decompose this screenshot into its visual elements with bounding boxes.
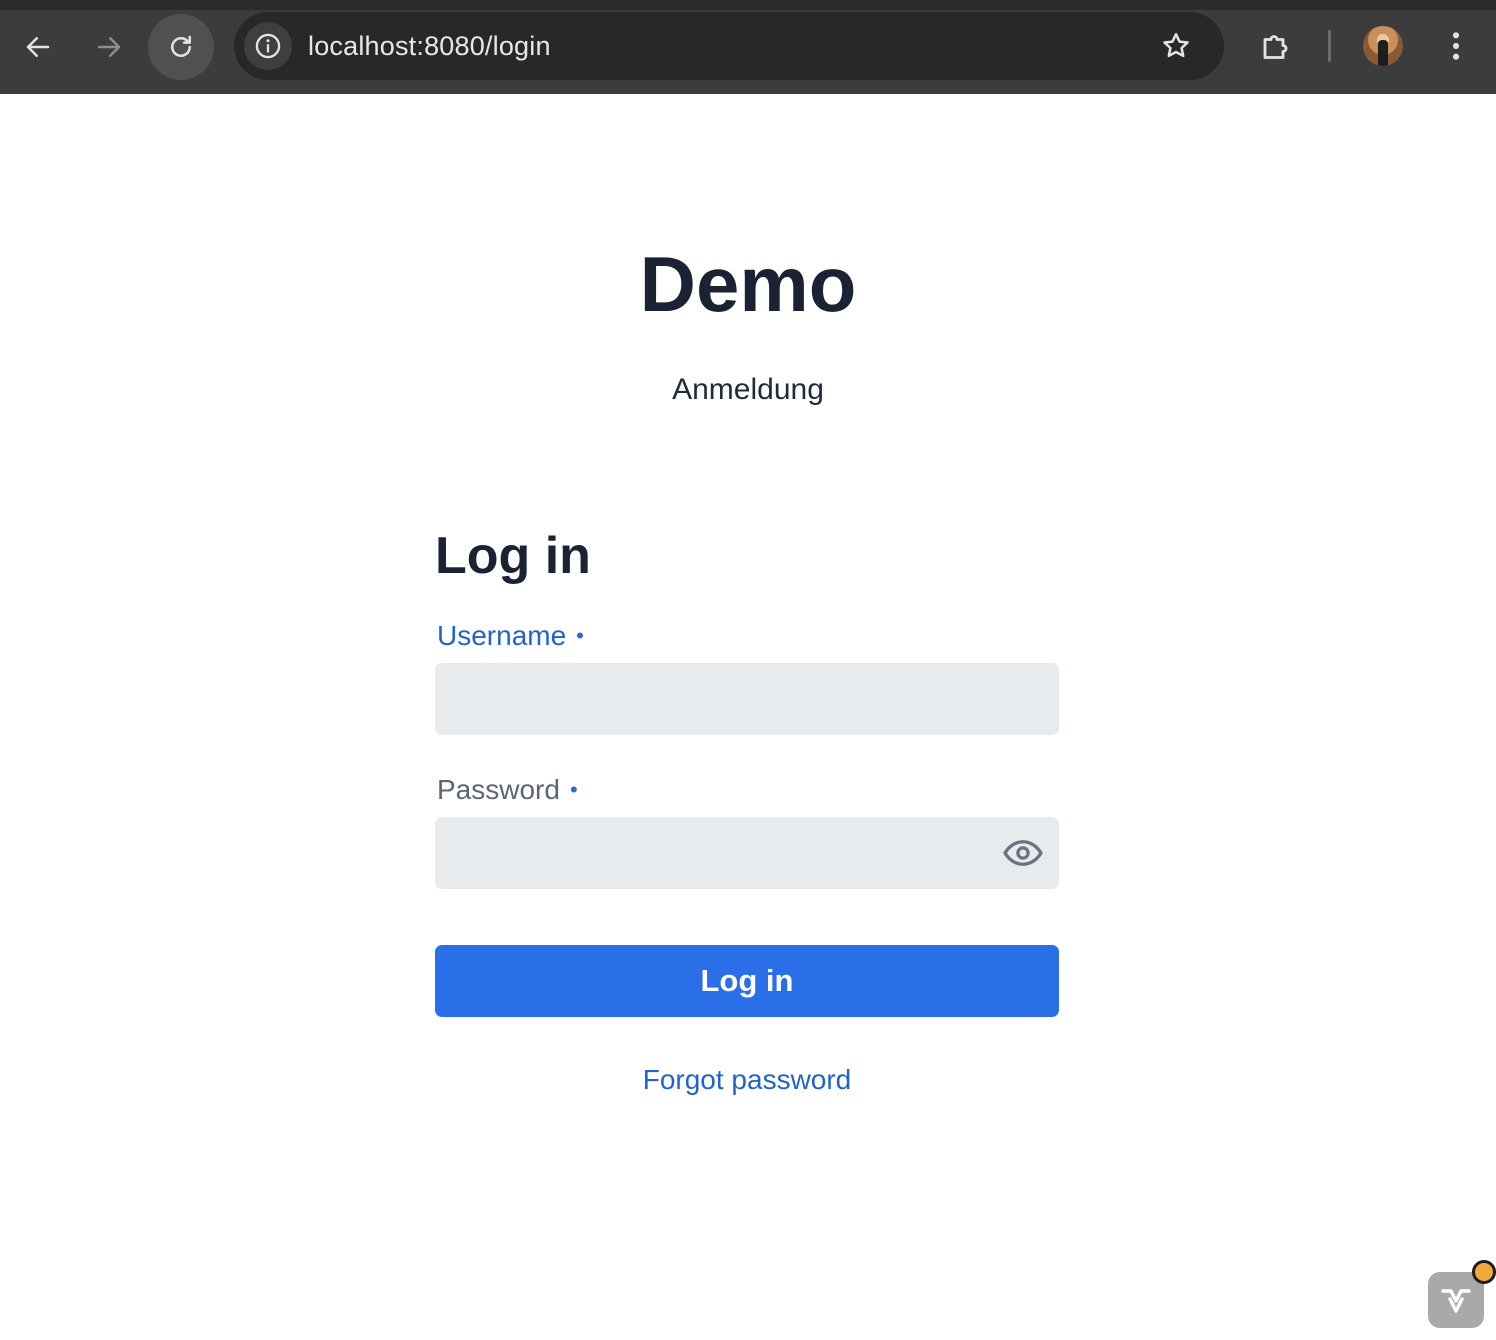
password-label-text: Password xyxy=(437,774,560,805)
address-bar[interactable]: localhost:8080/login xyxy=(234,12,1224,80)
login-button[interactable]: Log in xyxy=(435,945,1059,1017)
reload-button[interactable] xyxy=(148,14,214,80)
puzzle-icon xyxy=(1263,35,1288,59)
url-text[interactable]: localhost:8080/login xyxy=(308,12,551,80)
avatar[interactable] xyxy=(1363,26,1403,66)
arrow-right-icon xyxy=(97,37,121,57)
notification-dot xyxy=(1472,1260,1496,1284)
reload-icon xyxy=(171,35,191,57)
info-icon xyxy=(255,33,281,59)
app-title: Demo xyxy=(639,240,857,328)
site-info-button[interactable] xyxy=(244,22,292,70)
form-heading: Log in xyxy=(435,527,591,585)
username-field[interactable] xyxy=(435,663,1059,735)
forward-button[interactable] xyxy=(76,14,142,80)
forgot-password-link[interactable]: Forgot password xyxy=(435,1060,1059,1100)
username-label: Username • xyxy=(437,618,584,654)
toolbar-divider xyxy=(1328,30,1331,62)
required-indicator: • xyxy=(569,777,578,802)
password-input[interactable] xyxy=(435,817,1059,889)
username-label-text: Username xyxy=(437,620,567,651)
arrow-left-icon xyxy=(26,37,50,57)
bookmark-button[interactable] xyxy=(1158,28,1194,64)
required-indicator: • xyxy=(576,623,584,648)
show-password-button[interactable] xyxy=(1001,833,1045,873)
browser-menu-button[interactable] xyxy=(1436,26,1476,66)
back-button[interactable] xyxy=(5,14,71,80)
kebab-menu-icon xyxy=(1452,32,1460,60)
eye-icon xyxy=(1003,840,1043,866)
browser-toolbar: localhost:8080/login xyxy=(0,0,1496,94)
vaadin-logo-icon xyxy=(1441,1289,1471,1313)
app-subtitle: Anmeldung xyxy=(672,373,824,406)
star-icon xyxy=(1163,33,1189,58)
password-label: Password • xyxy=(437,772,578,808)
extensions-button[interactable] xyxy=(1256,26,1298,68)
password-field[interactable] xyxy=(435,817,1059,889)
username-input[interactable] xyxy=(435,663,1059,735)
